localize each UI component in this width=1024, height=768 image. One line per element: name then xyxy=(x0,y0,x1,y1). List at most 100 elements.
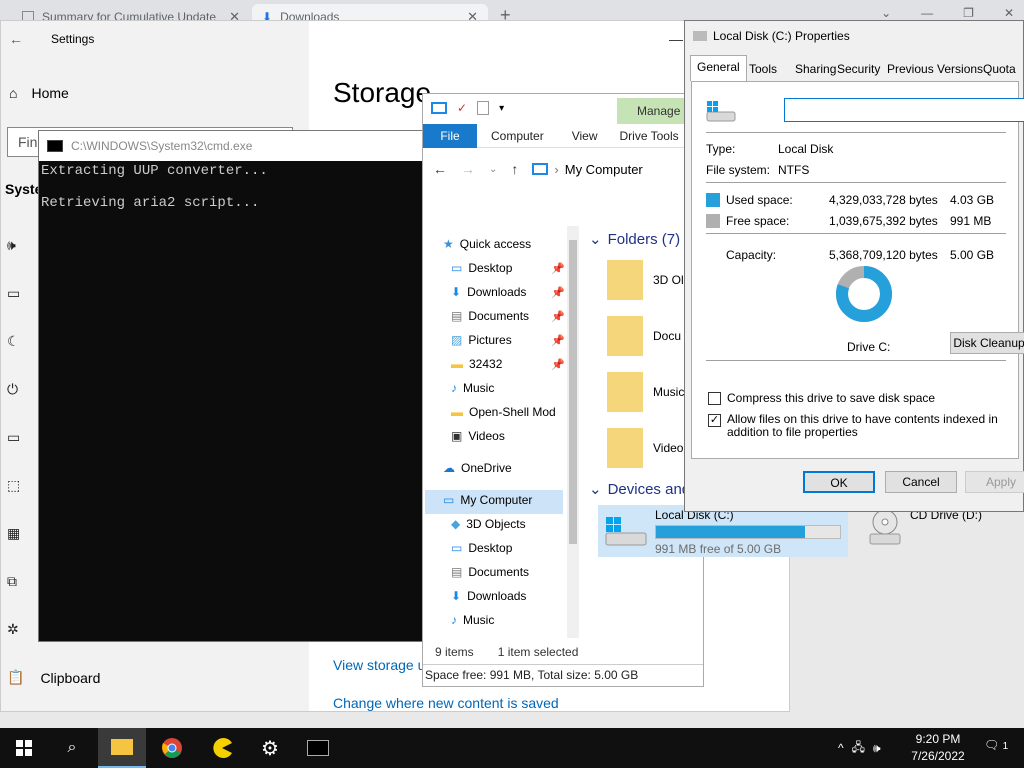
taskbar-chrome[interactable] xyxy=(148,728,196,768)
taskbar-pacman-app[interactable] xyxy=(198,728,246,768)
nav-item-my-computer[interactable]: ▭ My Computer xyxy=(443,490,532,510)
start-button[interactable] xyxy=(0,728,48,768)
nav-item-pictures[interactable]: ▨ Pictures 📌 xyxy=(451,330,565,350)
battery-icon[interactable]: ▭ xyxy=(7,429,23,445)
notification-center-button[interactable]: 🗨 1 xyxy=(984,738,1008,752)
chevron-down-icon[interactable]: ⌄ xyxy=(489,164,497,175)
pin-icon[interactable]: 📌 xyxy=(551,310,565,323)
nav-item-3d-objects[interactable]: ◆ 3D Objects xyxy=(451,514,526,534)
chevron-up-icon[interactable]: ^ xyxy=(838,741,844,755)
minimize-icon[interactable]: — xyxy=(921,6,933,20)
multitask-icon[interactable]: ⧉ xyxy=(7,573,23,589)
tab-tools[interactable]: Tools xyxy=(743,58,783,80)
general-tab-panel: Type: Local Disk File system: NTFS Used … xyxy=(691,81,1024,459)
nav-item-downloads[interactable]: ⬇ Downloads 📌 xyxy=(451,282,565,302)
folder-label: 3D Ol xyxy=(653,273,684,287)
scrollbar-thumb[interactable] xyxy=(569,240,577,544)
folder-item-videos[interactable]: Video xyxy=(607,428,683,468)
storage-icon[interactable]: ⬚ xyxy=(7,477,23,493)
nav-item-videos[interactable]: ▣ Videos xyxy=(451,426,505,446)
folders-group-header[interactable]: ⌄ Folders (7) xyxy=(589,230,680,249)
search-button[interactable]: ⌕ xyxy=(48,728,96,768)
disk-cleanup-button[interactable]: Disk Cleanup xyxy=(950,332,1024,354)
pin-icon[interactable]: 📌 xyxy=(551,334,565,347)
apply-button[interactable]: Apply xyxy=(965,471,1024,493)
taskbar-file-explorer[interactable] xyxy=(98,728,146,768)
nav-item-open-shell-mod[interactable]: ▬ Open-Shell Mod xyxy=(451,402,556,422)
pin-icon[interactable]: 📌 xyxy=(551,262,565,275)
properties-icon[interactable]: ✓ xyxy=(457,101,467,115)
clipboard-label: Clipboard xyxy=(40,669,101,686)
address-path[interactable]: › My Computer xyxy=(532,161,643,177)
settings-item-clipboard[interactable]: 📋 Clipboard xyxy=(7,669,100,686)
nav-item-documents[interactable]: ▤ Documents xyxy=(451,562,529,582)
nav-item-documents[interactable]: ▤ Documents 📌 xyxy=(451,306,565,326)
folder-item-3d-objects[interactable]: 3D Ol xyxy=(607,260,684,300)
power-icon[interactable]: ⏻ xyxy=(7,381,23,397)
tab-drive-tools[interactable]: Drive Tools xyxy=(611,129,678,143)
cube-icon: ◆ xyxy=(451,517,461,531)
star-icon: ★ xyxy=(443,237,454,251)
drive-icon xyxy=(706,100,736,124)
up-arrow-icon[interactable]: ↑ xyxy=(511,161,518,177)
nav-item-quick-access[interactable]: ★ Quick access xyxy=(443,234,531,254)
view-storage-link[interactable]: View storage u xyxy=(333,657,425,673)
folder-item-documents[interactable]: Docu xyxy=(607,316,681,356)
moon-icon[interactable]: ☾ xyxy=(7,333,23,349)
nav-item-music[interactable]: ♪ Music xyxy=(451,378,494,398)
index-label: Allow files on this drive to have conten… xyxy=(727,412,998,439)
volume-name-input[interactable] xyxy=(784,98,1024,122)
chevron-down-icon[interactable]: ▾ xyxy=(499,103,504,114)
local-disk-tile[interactable]: Local Disk (C:) 991 MB free of 5.00 GB xyxy=(598,505,848,557)
compress-checkbox[interactable] xyxy=(708,392,721,405)
devices-group-header[interactable]: ⌄ Devices and xyxy=(589,480,691,499)
network-icon[interactable]: 🖧 xyxy=(852,738,865,759)
computer-icon xyxy=(532,163,549,175)
back-arrow-icon[interactable]: ← xyxy=(433,161,447,177)
tab-quota[interactable]: Quota xyxy=(977,58,1022,80)
new-folder-icon[interactable] xyxy=(477,101,490,115)
folder-icon: ▬ xyxy=(451,405,463,419)
clock[interactable]: 9:20 PM 7/26/2022 xyxy=(906,731,970,765)
tab-general[interactable]: General xyxy=(690,55,747,81)
tab-previous-versions[interactable]: Previous Versions xyxy=(881,58,989,80)
taskbar-settings[interactable]: ⚙ xyxy=(246,728,294,768)
index-checkbox[interactable]: ✓ xyxy=(708,414,721,427)
nav-item-desktop[interactable]: ▭ Desktop 📌 xyxy=(451,258,565,278)
forward-arrow-icon[interactable]: → xyxy=(461,161,475,177)
minimize-icon[interactable]: — xyxy=(669,31,683,47)
tablet-icon[interactable]: ▦ xyxy=(7,525,23,541)
shared-icon[interactable]: ✲ xyxy=(7,621,23,637)
nav-item-music[interactable]: ♪ Music xyxy=(451,610,494,630)
folder-item-music[interactable]: Music xyxy=(607,372,684,412)
cancel-button[interactable]: Cancel xyxy=(885,471,957,493)
chevron-down-icon[interactable]: ⌄ xyxy=(881,6,891,20)
back-arrow-icon[interactable]: ← xyxy=(9,31,23,47)
nav-item-32432[interactable]: ▬ 32432 📌 xyxy=(451,354,565,374)
group-label: Devices and xyxy=(607,480,691,498)
speaker-icon[interactable]: 🕪 xyxy=(7,237,23,253)
tab-file[interactable]: File xyxy=(423,123,477,148)
ok-button[interactable]: OK xyxy=(803,471,875,493)
close-icon[interactable]: ✕ xyxy=(1004,6,1014,20)
cmd-title: C:\WINDOWS\System32\cmd.exe xyxy=(71,139,253,153)
nav-item-label: Documents xyxy=(468,565,530,579)
message-icon[interactable]: ▭ xyxy=(7,285,23,301)
tab-computer[interactable]: Computer xyxy=(477,129,558,143)
pin-icon[interactable]: 📌 xyxy=(551,358,565,371)
tab-view[interactable]: View xyxy=(558,129,612,143)
taskbar-cmd[interactable] xyxy=(294,728,342,768)
pin-icon[interactable]: 📌 xyxy=(551,286,565,299)
cmd-titlebar[interactable]: C:\WINDOWS\System32\cmd.exe xyxy=(39,131,423,161)
path-label: My Computer xyxy=(564,161,643,177)
settings-home-item[interactable]: ⌂ Home xyxy=(9,85,69,101)
nav-item-desktop[interactable]: ▭ Desktop xyxy=(451,538,512,558)
change-save-location-link[interactable]: Change where new content is saved xyxy=(333,695,559,711)
nav-item-onedrive[interactable]: ☁ OneDrive xyxy=(443,458,512,478)
terminal-icon xyxy=(47,140,63,152)
volume-icon[interactable]: 🕪 xyxy=(873,741,881,756)
cd-drive-tile[interactable]: CD Drive (D:) xyxy=(868,508,982,548)
restore-icon[interactable]: ❐ xyxy=(963,6,974,20)
tab-security[interactable]: Security xyxy=(831,58,886,80)
nav-item-downloads[interactable]: ⬇ Downloads xyxy=(451,586,526,606)
